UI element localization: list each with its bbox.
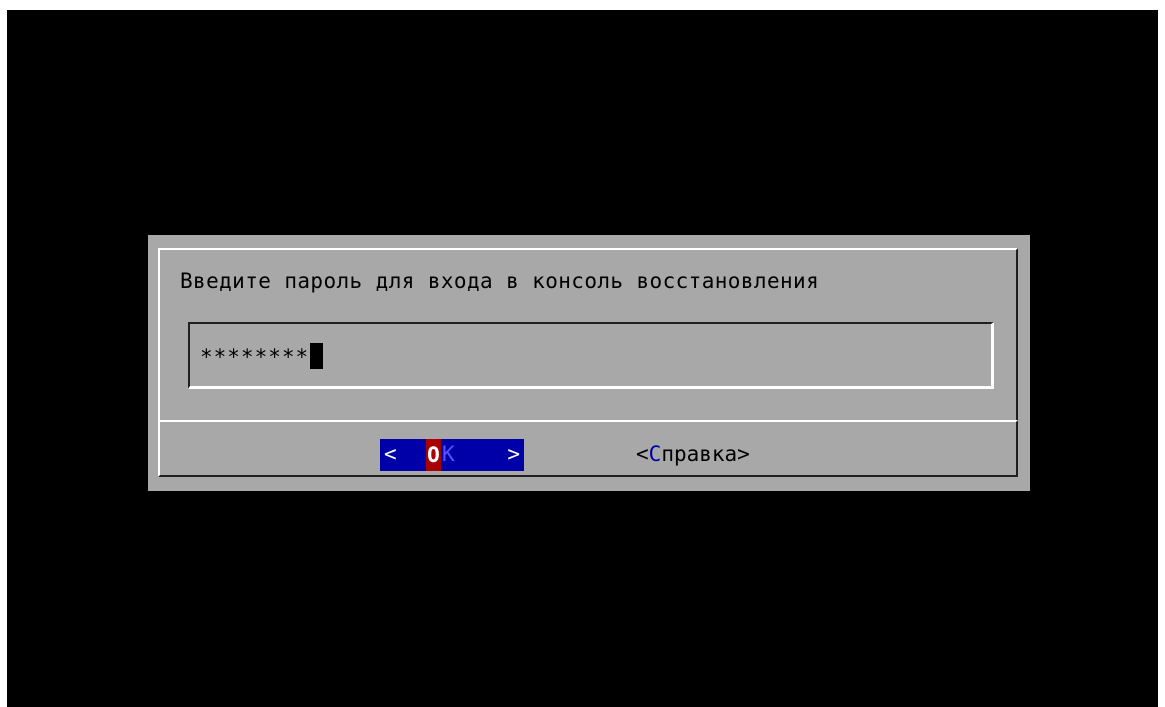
help-open-bracket: <	[636, 442, 649, 466]
help-close-bracket: >	[737, 442, 750, 466]
dialog-frame-bottom	[158, 420, 1018, 477]
help-hotkey-letter: С	[648, 442, 662, 466]
ok-hotkey-letter: O	[426, 439, 441, 471]
password-dialog: Введите пароль для входа в консоль восст…	[148, 235, 1030, 491]
password-value: ********	[200, 343, 324, 369]
ok-left-bracket: <	[384, 442, 397, 466]
help-label-rest: правка	[661, 442, 738, 466]
text-cursor	[310, 343, 324, 369]
help-button[interactable]: <Справка>	[636, 442, 750, 466]
password-field[interactable]: ********	[188, 322, 994, 389]
console-screen: Введите пароль для входа в консоль восст…	[7, 10, 1158, 707]
password-prompt: Введите пароль для входа в консоль восст…	[180, 269, 820, 293]
ok-button[interactable]: < O K >	[380, 439, 524, 471]
password-mask: ********	[200, 345, 310, 369]
ok-right-bracket: >	[507, 442, 520, 466]
ok-label-rest: K	[442, 442, 455, 466]
